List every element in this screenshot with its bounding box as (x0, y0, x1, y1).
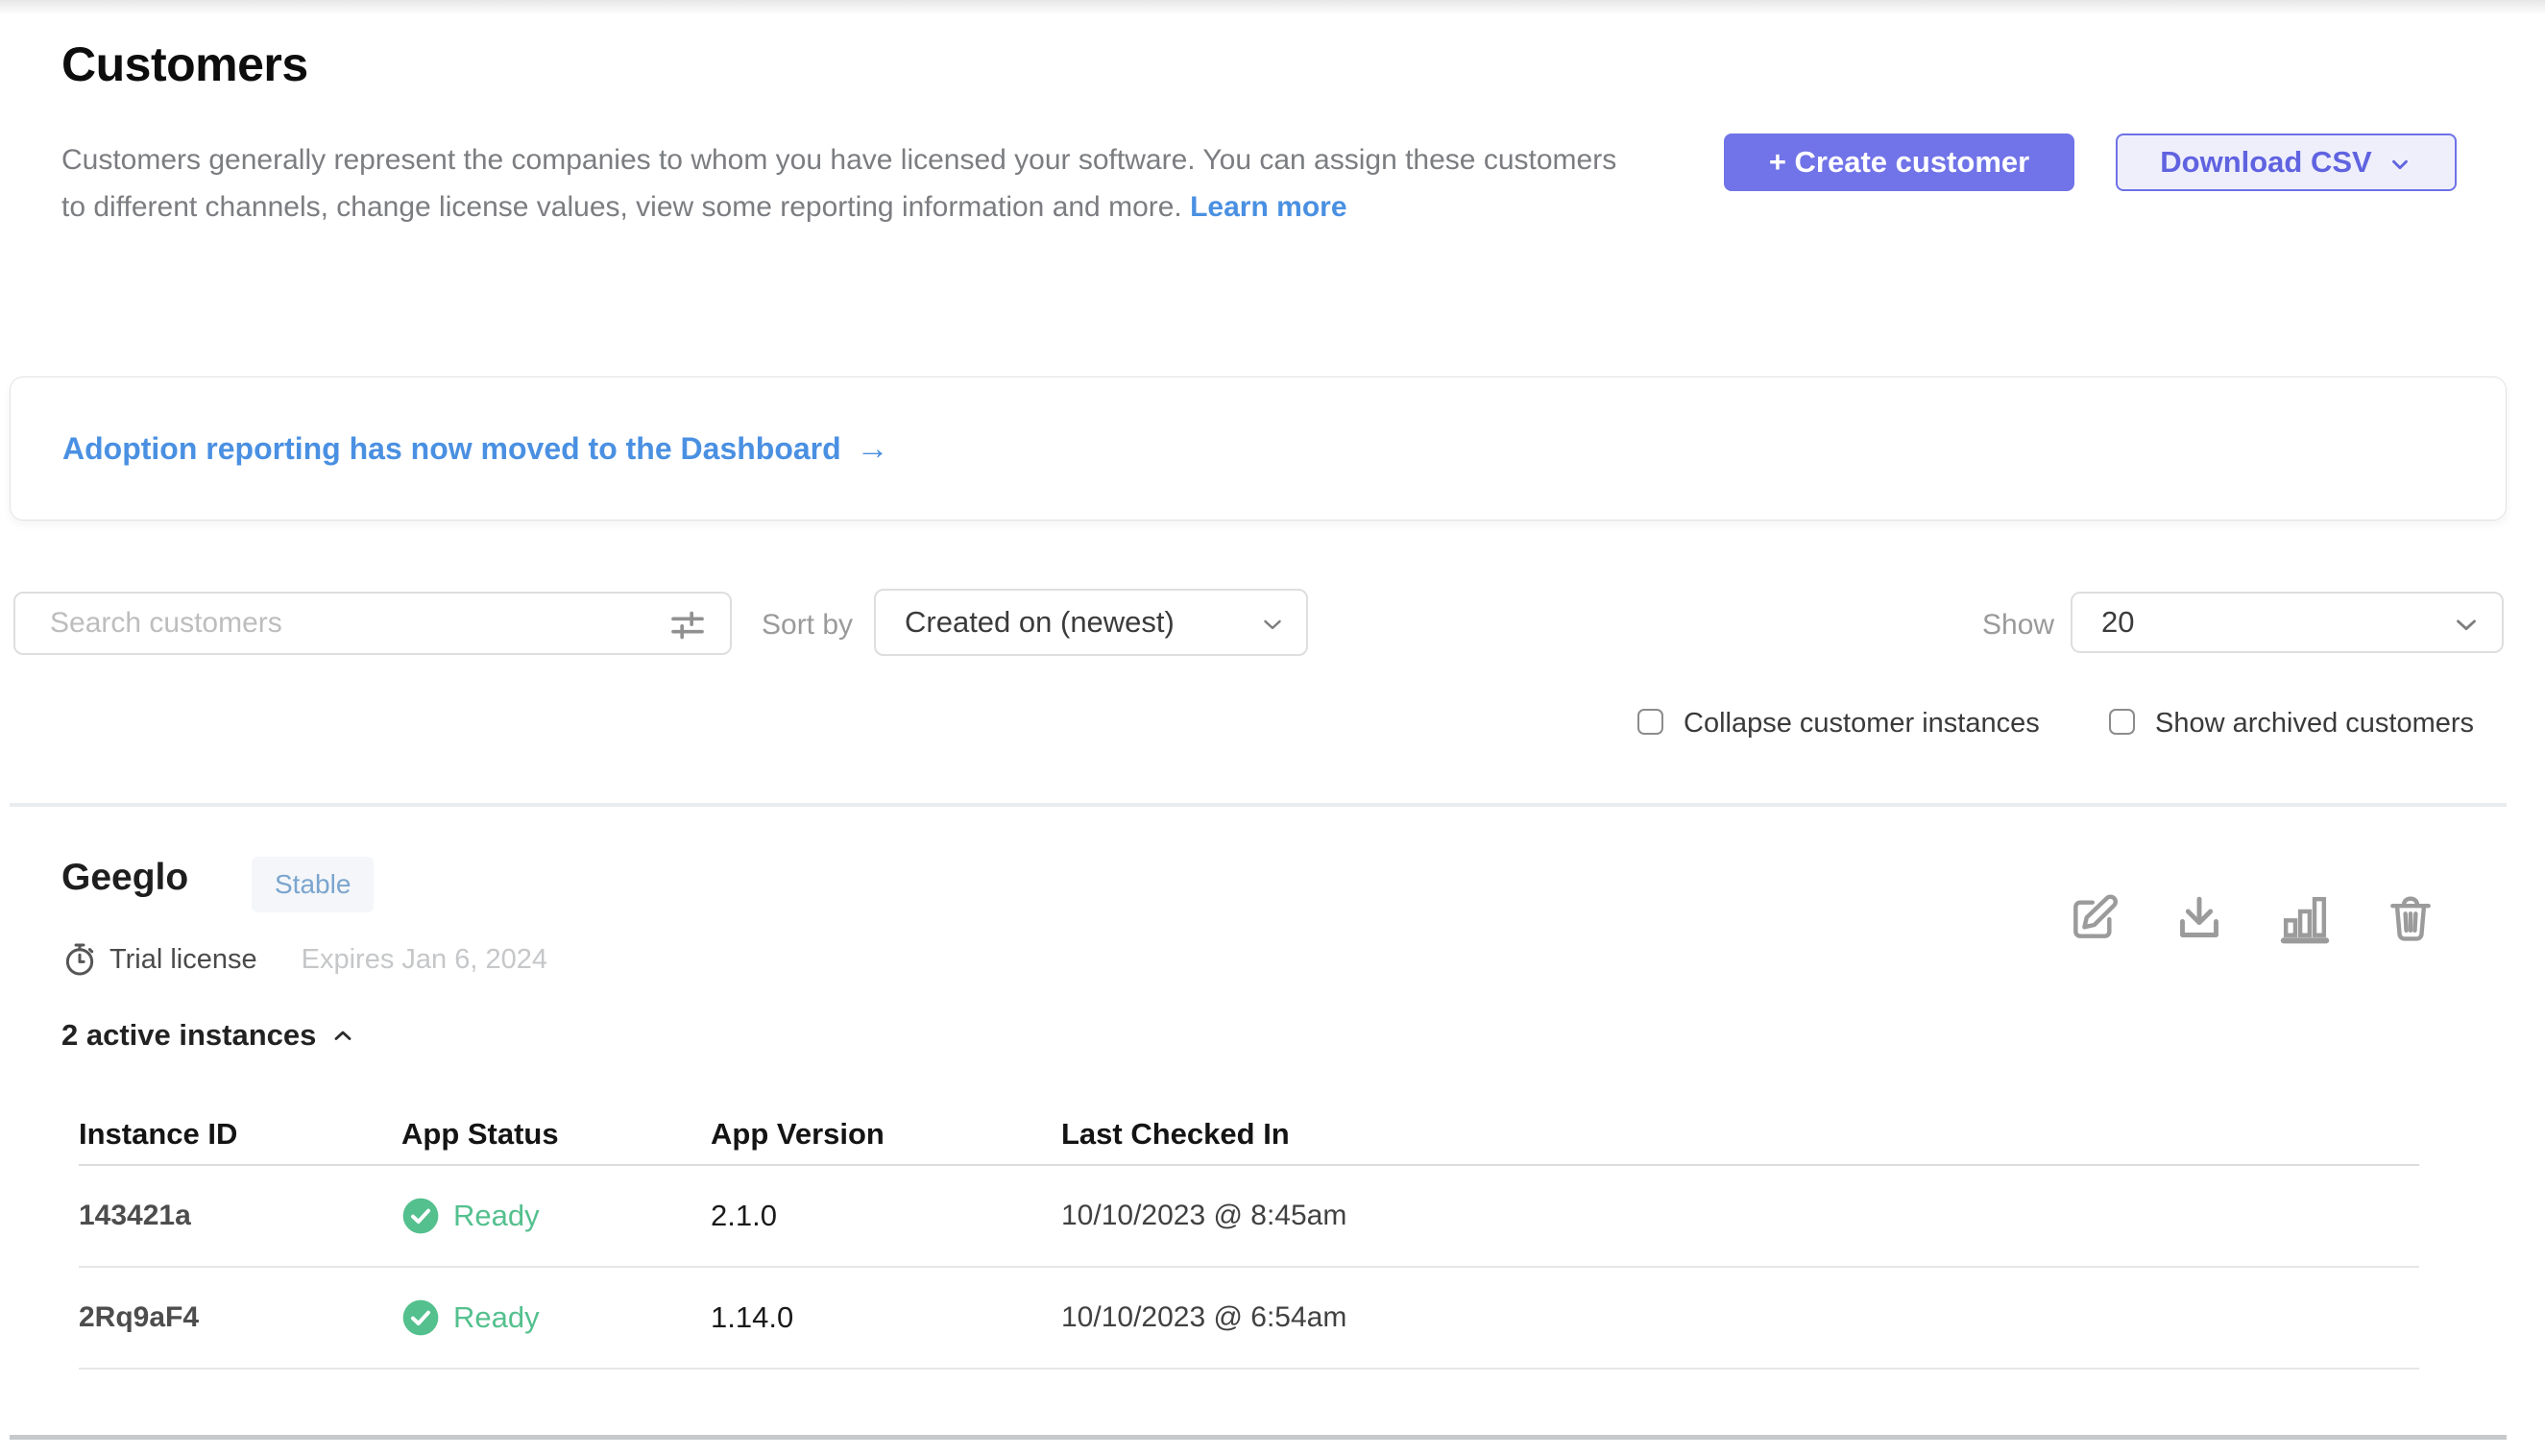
chevron-up-icon (329, 1022, 356, 1049)
customer-actions (2067, 891, 2437, 945)
app-status-text: Ready (453, 1199, 540, 1233)
learn-more-link[interactable]: Learn more (1190, 191, 1346, 223)
show-label: Show (1982, 609, 2054, 642)
instances-table-header: Instance ID App Status App Version Last … (79, 1104, 2419, 1166)
show-archived-checkbox[interactable] (2109, 709, 2135, 735)
create-customer-button[interactable]: + Create customer (1724, 133, 2074, 191)
sort-select[interactable]: Created on (newest) (874, 589, 1308, 656)
col-app-version: App Version (711, 1117, 1061, 1152)
col-last-checked-in: Last Checked In (1061, 1117, 2419, 1152)
arrow-right-icon: → (857, 430, 889, 468)
show-archived-label[interactable]: Show archived customers (2155, 708, 2474, 740)
chevron-down-icon (2387, 152, 2412, 177)
sort-select-value: Created on (newest) (905, 605, 1175, 640)
last-checked-in: 10/10/2023 @ 6:54am (1061, 1301, 2419, 1334)
instances-toggle[interactable]: 2 active instances (61, 1018, 356, 1053)
collapse-instances-label[interactable]: Collapse customer instances (1684, 708, 2040, 740)
license-type: Trial license (109, 944, 257, 976)
app-version: 1.14.0 (711, 1300, 1061, 1335)
col-instance-id: Instance ID (79, 1117, 401, 1152)
instance-id: 143421a (79, 1200, 401, 1232)
customer-name[interactable]: Geeglo (61, 857, 188, 899)
edit-icon[interactable] (2067, 891, 2121, 945)
app-status: Ready (401, 1298, 711, 1337)
license-expiry: Expires Jan 6, 2024 (302, 944, 547, 976)
bar-chart-icon[interactable] (2278, 891, 2332, 945)
license-row: Trial license Expires Jan 6, 2024 (61, 941, 547, 978)
page-description-text: Customers generally represent the compan… (61, 144, 1616, 223)
stopwatch-icon (61, 941, 98, 978)
chevron-down-icon (2450, 608, 2483, 641)
filter-sliders-icon[interactable] (668, 606, 707, 644)
check-circle-icon (401, 1197, 440, 1235)
table-row[interactable]: 2Rq9aF4 Ready 1.14.0 10/10/2023 @ 6:54am (79, 1268, 2419, 1370)
top-scroll-shadow (0, 0, 2545, 15)
sort-by-label: Sort by (762, 609, 853, 642)
trash-icon[interactable] (2384, 891, 2437, 945)
instances-summary: 2 active instances (61, 1018, 316, 1053)
app-version: 2.1.0 (711, 1199, 1061, 1233)
download-csv-button[interactable]: Download CSV (2116, 133, 2457, 191)
adoption-reporting-banner: Adoption reporting has now moved to the … (10, 376, 2507, 521)
page-description: Customers generally represent the compan… (61, 136, 1627, 231)
page-title: Customers (61, 36, 308, 92)
bottom-divider (10, 1435, 2507, 1440)
collapse-instances-checkbox[interactable] (1637, 709, 1663, 735)
search-input[interactable] (15, 594, 730, 653)
section-divider (10, 803, 2507, 807)
search-customers-box (13, 592, 732, 655)
table-row[interactable]: 143421a Ready 2.1.0 10/10/2023 @ 8:45am (79, 1166, 2419, 1268)
customers-page: Customers Customers generally represent … (0, 0, 2545, 1456)
check-circle-icon (401, 1298, 440, 1337)
col-app-status: App Status (401, 1117, 711, 1152)
chevron-down-icon (1258, 610, 1287, 639)
banner-message: Adoption reporting has now moved to the … (62, 431, 841, 467)
show-count-value: 20 (2101, 605, 2134, 640)
show-count-select[interactable]: 20 (2071, 592, 2504, 653)
app-status-text: Ready (453, 1300, 540, 1335)
instance-id: 2Rq9aF4 (79, 1301, 401, 1334)
adoption-reporting-link[interactable]: Adoption reporting has now moved to the … (62, 430, 889, 468)
app-status: Ready (401, 1197, 711, 1235)
download-icon[interactable] (2172, 891, 2226, 945)
channel-badge: Stable (252, 857, 374, 912)
download-csv-label: Download CSV (2160, 145, 2371, 180)
last-checked-in: 10/10/2023 @ 8:45am (1061, 1200, 2419, 1232)
instances-table: Instance ID App Status App Version Last … (79, 1104, 2419, 1370)
